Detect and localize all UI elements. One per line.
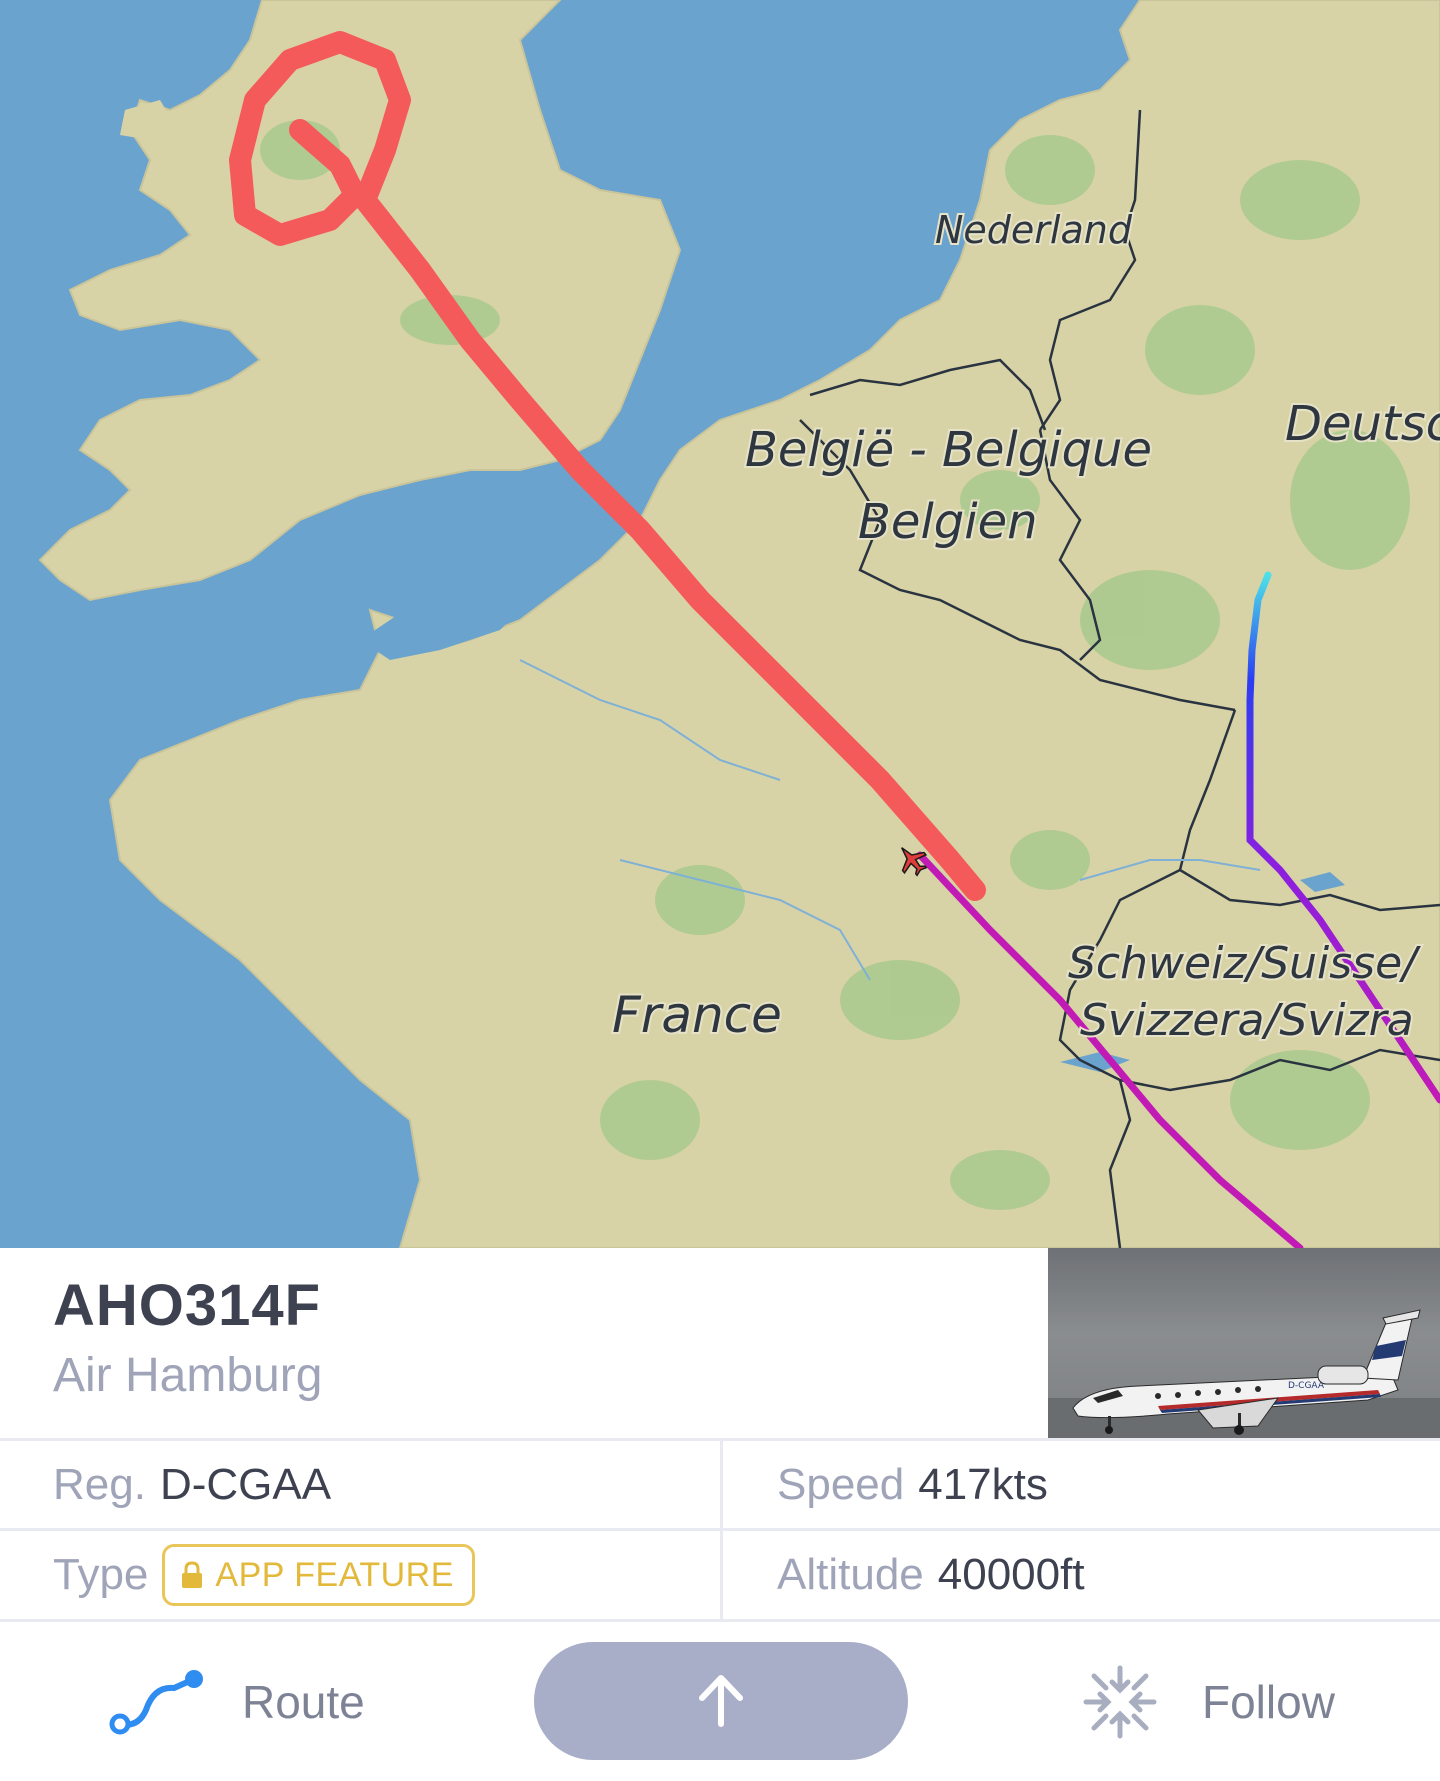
lock-icon [182,1561,203,1588]
flight-callsign: AHO314F [53,1273,322,1338]
speed-cell: Speed 417kts [777,1441,1437,1529]
altitude-cell: Altitude 40000ft [777,1531,1437,1619]
label-france: France [612,986,782,1044]
aircraft-photo-reg: D-CGAA [1288,1381,1325,1391]
follow-label: Follow [1202,1676,1335,1728]
speed-label: Speed [777,1460,905,1509]
flight-info-panel: AHO314F Air Hamburg D-CGAA Reg. D-CGAA S… [0,1248,1440,1781]
flight-map[interactable]: Nederland België - Belgique Belgien Deut… [0,0,1440,1248]
aircraft-photo[interactable]: D-CGAA [1048,1248,1440,1438]
reg-label: Reg. [53,1460,146,1509]
center-on-aircraft-button[interactable] [534,1642,908,1760]
label-schweiz-line1: Schweiz/Suisse/ [1068,938,1421,989]
flight-header[interactable]: AHO314F Air Hamburg [0,1248,1048,1438]
follow-icon [1083,1665,1157,1739]
route-icon [109,1670,203,1735]
speed-value: 417kts [918,1460,1048,1509]
label-schweiz-line2: Svizzera/Svizra [1080,995,1414,1046]
label-nederland: Nederland [935,208,1133,252]
reg-value: D-CGAA [159,1460,332,1509]
altitude-label: Altitude [777,1550,924,1599]
bottom-action-bar: Route Follow [0,1622,1440,1781]
label-belgie-line1: België - Belgique [745,422,1152,478]
column-divider [720,1438,723,1620]
route-label: Route [242,1676,365,1728]
app-feature-text: APP FEATURE [215,1555,454,1594]
label-deutschland: Deutsc [1285,396,1440,452]
label-belgie-line2: Belgien [858,494,1038,550]
altitude-value: 40000ft [937,1550,1085,1599]
type-cell: Type APP FEATURE [53,1531,713,1619]
follow-button[interactable]: Follow [1080,1662,1335,1742]
reg-cell: Reg. D-CGAA [53,1441,713,1529]
aircraft-photo-image: D-CGAA [1048,1309,1440,1438]
arrow-up-icon [699,1675,743,1727]
map-canvas[interactable]: Nederland België - Belgique Belgien Deut… [0,0,1440,1248]
route-button[interactable]: Route [108,1662,365,1742]
app-feature-badge[interactable]: APP FEATURE [162,1544,475,1606]
type-label: Type [53,1550,149,1599]
airline-name: Air Hamburg [53,1349,323,1402]
